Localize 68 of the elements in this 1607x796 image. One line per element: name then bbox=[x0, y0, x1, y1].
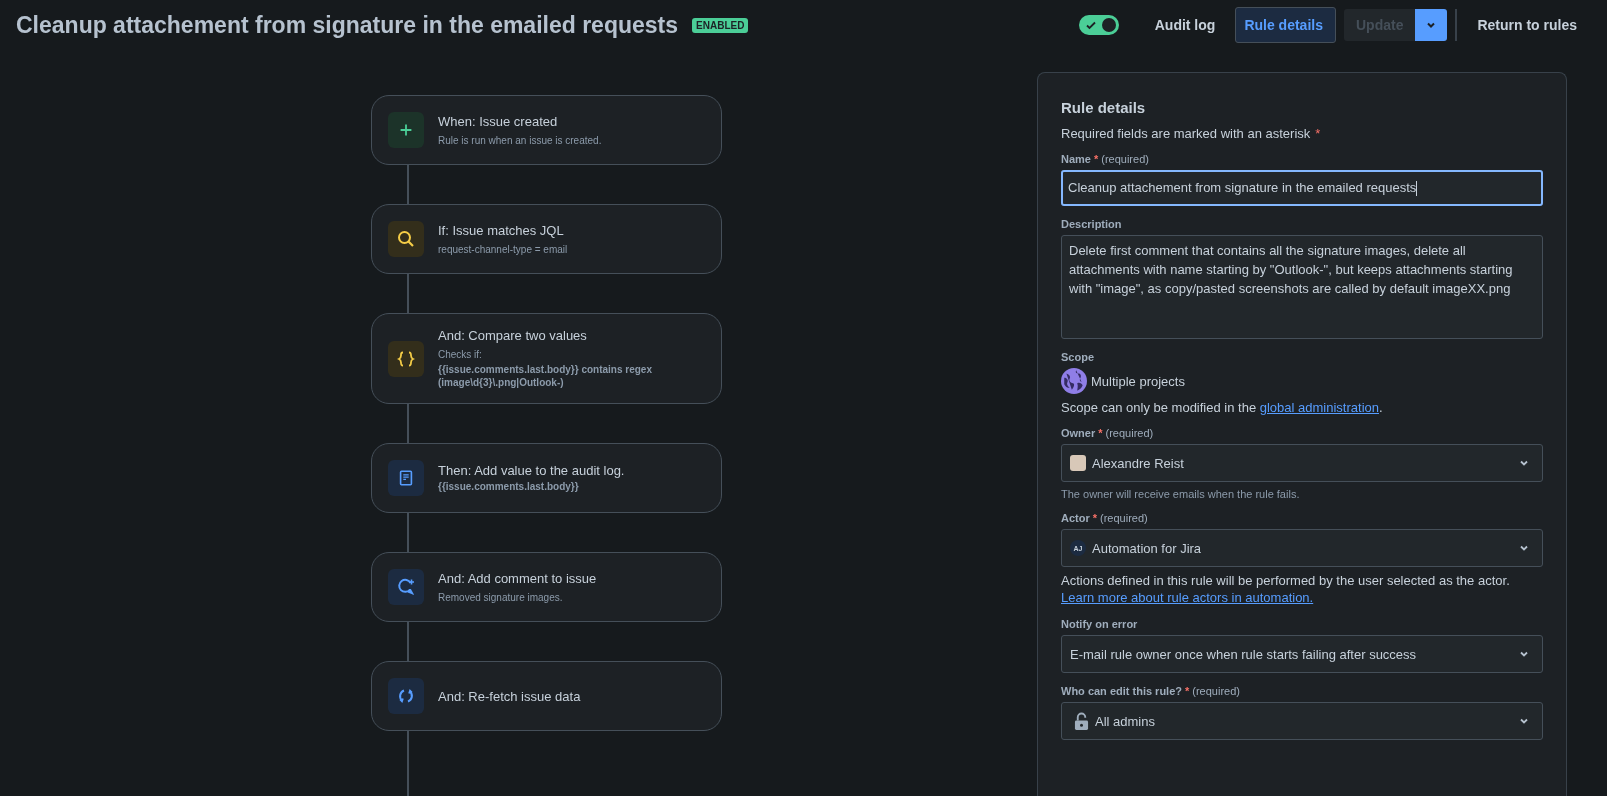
step-title: When: Issue created bbox=[438, 113, 559, 129]
log-step-icon bbox=[388, 460, 424, 496]
field-label: Who can edit this rule? bbox=[1061, 685, 1182, 698]
condition-step-icon bbox=[388, 221, 424, 257]
rule-title: Cleanup attachement from signature in the emailed requests bbox=[16, 11, 679, 39]
step-title: Then: Add value to the audit log. bbox=[438, 463, 625, 478]
scope-note: Scope can only be modified in the global administration. bbox=[1061, 400, 1384, 416]
panel-title: Rule details bbox=[1061, 99, 1147, 116]
asterisk: * bbox=[1093, 153, 1099, 165]
unlocked-padlock-icon bbox=[1074, 711, 1089, 731]
compare-step-icon bbox=[388, 340, 424, 377]
status-badge: ENABLED bbox=[692, 17, 749, 33]
rule-step-card[interactable]: When: Issue created Rule is run when an issue is created. bbox=[371, 95, 722, 165]
step-detail: {{issue.comments.last.body}} contains regex (image\d{3}\.png|Outlook-) bbox=[438, 363, 653, 389]
select-value: Alexandre Reist bbox=[1092, 455, 1185, 471]
step-detail: request-channel-type = email bbox=[438, 242, 568, 256]
scope-value: Multiple projects bbox=[1091, 373, 1185, 389]
help-text: The owner will receive emails when the rule fails. bbox=[1061, 488, 1301, 501]
step-title: And: Add comment to issue bbox=[438, 570, 597, 586]
required-note: (required) bbox=[1105, 427, 1154, 440]
comment-step-icon bbox=[388, 569, 424, 605]
help-text: Actions defined in this rule will be performed by the user selected as the actor. bbox=[1061, 573, 1511, 589]
rule-step-card[interactable]: If: Issue matches JQL request-channel-type = email bbox=[371, 204, 722, 274]
required-hint: Required fields are marked with an asterisk bbox=[1061, 126, 1311, 141]
step-title: If: Issue matches JQL bbox=[438, 222, 565, 238]
asterisk: * bbox=[1098, 427, 1103, 440]
step-title: And: Compare two values bbox=[438, 328, 588, 343]
step-detail: Rule is run when an issue is created. bbox=[438, 133, 602, 147]
step-detail: Checks if: bbox=[438, 348, 483, 361]
required-note: (required) bbox=[1101, 153, 1149, 165]
global-administration-link[interactable]: global administration bbox=[1259, 400, 1379, 416]
enable-toggle[interactable] bbox=[1078, 15, 1119, 35]
step-detail: {{issue.comments.last.body}} bbox=[438, 480, 580, 493]
step-detail: Removed signature images. bbox=[438, 590, 564, 604]
rule-actors-link[interactable]: Learn more about rule actors in automation. bbox=[1061, 590, 1314, 606]
globe-icon bbox=[1061, 368, 1087, 395]
name-input[interactable]: Cleanup attachement from signature in the emailed requests bbox=[1061, 170, 1543, 207]
select-field[interactable]: All admins bbox=[1061, 702, 1543, 741]
trigger-step-icon bbox=[388, 112, 424, 148]
select-value: E-mail rule owner once when rule starts failing after success bbox=[1070, 646, 1418, 662]
rule-step-card[interactable]: And: Re-fetch issue data bbox=[371, 661, 722, 731]
nav-button[interactable]: Audit log bbox=[1142, 9, 1228, 41]
nav-button[interactable]: Rule details bbox=[1235, 7, 1336, 43]
check-icon bbox=[1084, 19, 1097, 31]
avatar-photo-placeholder bbox=[1070, 455, 1086, 472]
field-label: Scope bbox=[1061, 351, 1094, 364]
field-label: Owner bbox=[1061, 427, 1096, 440]
field-label: Name bbox=[1061, 153, 1091, 165]
return-button[interactable]: Return to rules bbox=[1465, 9, 1589, 41]
step-title: And: Re-fetch issue data bbox=[438, 688, 581, 704]
refetch-step-icon bbox=[388, 678, 424, 714]
description-input[interactable]: Delete first comment that contains all the signature images, delete all attachments with name starting by "Outlook-", but keeps attachments starting with "image", as copy/pasted screenshots are called by default imageXX.png bbox=[1061, 235, 1543, 340]
field-label: Notify on error bbox=[1061, 618, 1138, 631]
select-value: All admins bbox=[1095, 713, 1156, 729]
select-field[interactable]: Alexandre Reist bbox=[1061, 444, 1543, 483]
asterisk: * bbox=[1092, 512, 1097, 525]
asterisk: * bbox=[1315, 126, 1321, 141]
update-menu-button[interactable] bbox=[1415, 9, 1448, 41]
field-label: Description bbox=[1061, 218, 1122, 231]
select-field[interactable]: E-mail rule owner once when rule starts failing after success bbox=[1061, 635, 1543, 674]
asterisk: * bbox=[1185, 685, 1190, 698]
required-note: (required) bbox=[1192, 685, 1240, 698]
rule-step-card[interactable]: Then: Add value to the audit log. {{issue.comments.last.body}} bbox=[371, 443, 722, 513]
field-label: Actor bbox=[1061, 512, 1090, 525]
select-value: Automation for Jira bbox=[1092, 540, 1203, 556]
rule-step-card[interactable]: And: Compare two values Checks if: {{issue.comments.last.body}} contains regex (image\d{3}\.png|Outlook-) bbox=[371, 313, 722, 404]
rule-step-card[interactable]: And: Add comment to issue Removed signature images. bbox=[371, 552, 722, 622]
required-note: (required) bbox=[1100, 512, 1148, 525]
